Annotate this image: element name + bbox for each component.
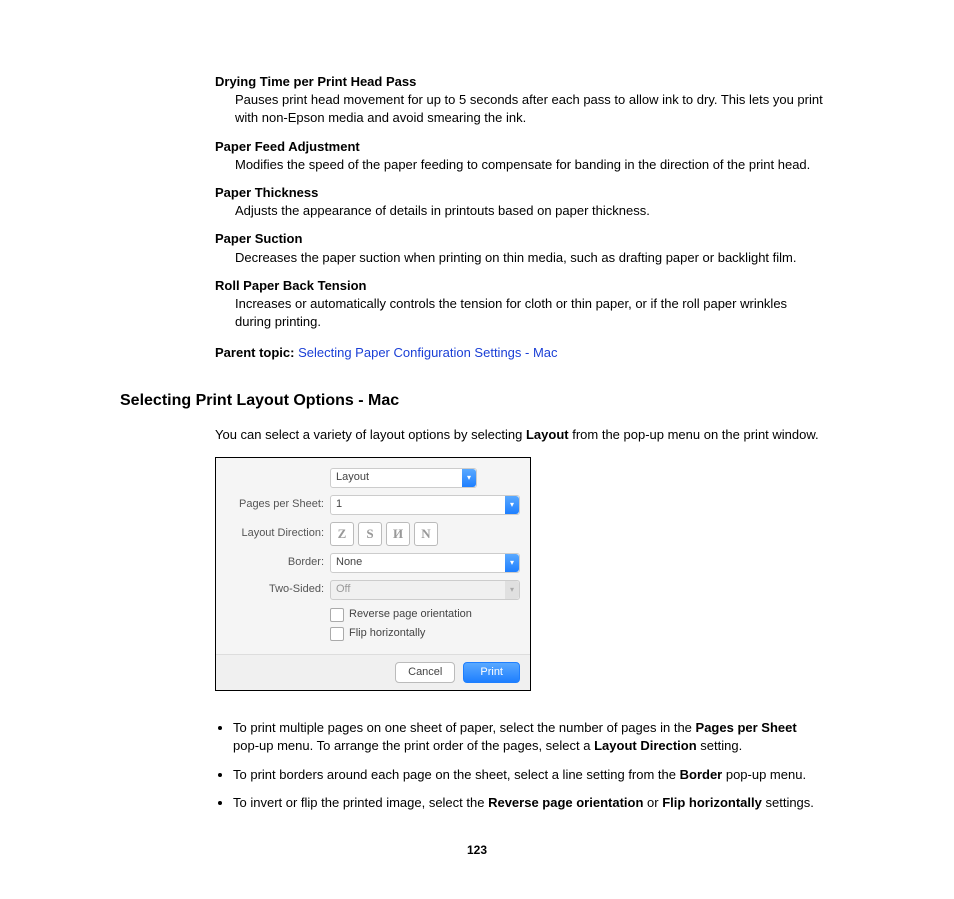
layout-dir-option[interactable]: И: [386, 522, 410, 546]
layout-dir-option[interactable]: N: [414, 522, 438, 546]
instructions-list: To print multiple pages on one sheet of …: [215, 719, 824, 812]
print-layout-dialog: Layout ▾ Pages per Sheet: 1 ▾ Layout Dir…: [215, 457, 531, 691]
pane-select[interactable]: Layout ▾: [330, 468, 477, 488]
pages-label: Pages per Sheet:: [226, 497, 330, 512]
border-select[interactable]: None ▾: [330, 553, 520, 573]
direction-label: Layout Direction:: [226, 526, 330, 541]
print-button[interactable]: Print: [463, 662, 520, 683]
chevron-down-icon: ▾: [505, 496, 519, 514]
desc: Adjusts the appearance of details in pri…: [235, 202, 824, 220]
pages-per-sheet-select[interactable]: 1 ▾: [330, 495, 520, 515]
list-item: To print multiple pages on one sheet of …: [233, 719, 824, 755]
chevron-down-icon: ▾: [505, 554, 519, 572]
checkbox-icon: [330, 608, 344, 622]
parent-topic-link[interactable]: Selecting Paper Configuration Settings -…: [298, 345, 557, 360]
dialog-screenshot: Layout ▾ Pages per Sheet: 1 ▾ Layout Dir…: [215, 457, 834, 691]
chevron-down-icon: ▾: [505, 581, 519, 599]
layout-direction-group: Z S И N: [330, 522, 438, 546]
list-item: To invert or flip the printed image, sel…: [233, 794, 824, 812]
desc: Modifies the speed of the paper feeding …: [235, 156, 824, 174]
parent-topic-label: Parent topic:: [215, 345, 294, 360]
two-sided-select: Off ▾: [330, 580, 520, 600]
desc: Decreases the paper suction when printin…: [235, 249, 824, 267]
term: Paper Suction: [215, 230, 834, 248]
flip-horizontal-checkbox[interactable]: Flip horizontally: [330, 626, 520, 641]
parent-topic: Parent topic: Selecting Paper Configurat…: [215, 344, 834, 362]
term: Drying Time per Print Head Pass: [215, 73, 834, 91]
reverse-orientation-checkbox[interactable]: Reverse page orientation: [330, 607, 520, 622]
layout-dir-option[interactable]: S: [358, 522, 382, 546]
section-heading: Selecting Print Layout Options - Mac: [120, 390, 834, 412]
term: Paper Feed Adjustment: [215, 138, 834, 156]
desc: Increases or automatically controls the …: [235, 295, 824, 331]
chevron-down-icon: ▾: [462, 469, 476, 487]
term: Paper Thickness: [215, 184, 834, 202]
border-label: Border:: [226, 555, 330, 570]
page-number: 123: [120, 842, 834, 859]
intro-text: You can select a variety of layout optio…: [215, 426, 824, 444]
cancel-button[interactable]: Cancel: [395, 662, 455, 683]
two-sided-label: Two-Sided:: [226, 582, 330, 597]
checkbox-icon: [330, 627, 344, 641]
list-item: To print borders around each page on the…: [233, 766, 824, 784]
layout-dir-option[interactable]: Z: [330, 522, 354, 546]
term: Roll Paper Back Tension: [215, 277, 834, 295]
desc: Pauses print head movement for up to 5 s…: [235, 91, 824, 127]
definition-list: Drying Time per Print Head Pass Pauses p…: [120, 73, 834, 331]
